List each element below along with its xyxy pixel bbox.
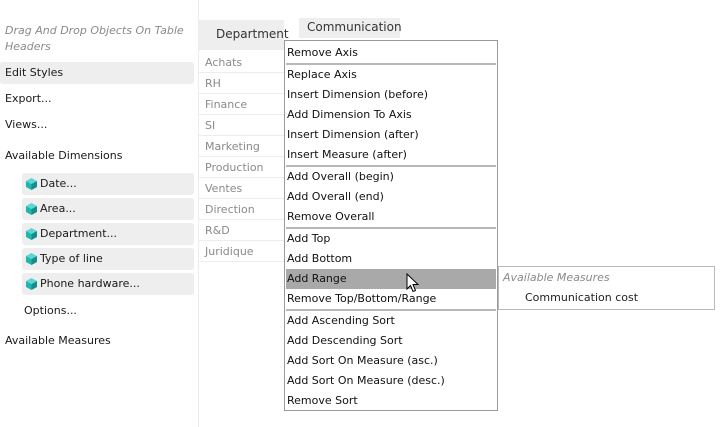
- available-dimensions-label: Available Dimensions: [5, 149, 123, 162]
- dimension-label: Date...: [40, 177, 77, 190]
- menu-item-insert-measure-after[interactable]: Insert Measure (after): [286, 145, 496, 165]
- dimension-item-type-of-line[interactable]: Type of line: [22, 248, 194, 270]
- menu-item-insert-dimension-after[interactable]: Insert Dimension (after): [286, 125, 496, 145]
- menu-item-add-descending-sort[interactable]: Add Descending Sort: [286, 331, 496, 351]
- views-button[interactable]: Views...: [0, 114, 194, 136]
- column-axis-header-communication[interactable]: Communication: [299, 18, 402, 38]
- menu-item-add-overall-begin[interactable]: Add Overall (begin): [286, 167, 496, 187]
- dimension-item-area[interactable]: Area...: [22, 198, 194, 220]
- dimension-label: Department...: [40, 227, 118, 240]
- table-row-header: Achats: [199, 52, 284, 73]
- menu-item-add-top[interactable]: Add Top: [286, 229, 496, 249]
- submenu-header: Available Measures: [503, 271, 610, 284]
- table-row-header: Direction: [199, 199, 284, 220]
- dimension-label: Area...: [40, 202, 76, 215]
- cube-icon: [26, 203, 37, 215]
- export-button[interactable]: Export...: [0, 88, 194, 110]
- table-row-header: RH: [199, 73, 284, 94]
- menu-item-add-dimension-to-axis[interactable]: Add Dimension To Axis: [286, 105, 496, 125]
- cube-icon: [26, 228, 37, 240]
- cube-icon: [26, 278, 37, 290]
- menu-item-remove-top-bottom-range[interactable]: Remove Top/Bottom/Range: [286, 289, 496, 309]
- submenu-item-communication-cost[interactable]: Communication cost: [525, 291, 638, 304]
- available-measures-label: Available Measures: [5, 334, 111, 347]
- left-panel: Drag And Drop Objects On Table Headers E…: [0, 0, 199, 427]
- menu-item-add-range[interactable]: Add Range: [286, 269, 496, 289]
- table-row-header: Finance: [199, 94, 284, 115]
- dimension-label: Type of line: [40, 252, 103, 265]
- edit-styles-button[interactable]: Edit Styles: [0, 62, 194, 84]
- table-row-header: Production: [199, 157, 284, 178]
- menu-item-add-ascending-sort[interactable]: Add Ascending Sort: [286, 311, 496, 331]
- dimension-label: Phone hardware...: [40, 277, 140, 290]
- menu-item-replace-axis[interactable]: Replace Axis: [286, 65, 496, 85]
- cube-icon: [26, 253, 37, 265]
- table-row-header: Marketing: [199, 136, 284, 157]
- context-menu: Remove Axis Replace Axis Insert Dimensio…: [284, 40, 498, 411]
- menu-item-add-overall-end[interactable]: Add Overall (end): [286, 187, 496, 207]
- menu-item-insert-dimension-before[interactable]: Insert Dimension (before): [286, 85, 496, 105]
- options-button[interactable]: Options...: [24, 304, 77, 317]
- dimension-item-department[interactable]: Department...: [22, 223, 194, 245]
- menu-item-remove-axis[interactable]: Remove Axis: [286, 43, 496, 63]
- menu-item-add-sort-on-measure-desc[interactable]: Add Sort On Measure (desc.): [286, 371, 496, 391]
- table-row-header: Juridique: [199, 241, 284, 262]
- menu-item-add-sort-on-measure-asc[interactable]: Add Sort On Measure (asc.): [286, 351, 496, 371]
- cube-icon: [26, 178, 37, 190]
- drag-drop-hint: Drag And Drop Objects On Table Headers: [5, 24, 184, 53]
- menu-item-remove-sort[interactable]: Remove Sort: [286, 391, 496, 411]
- menu-item-remove-overall[interactable]: Remove Overall: [286, 207, 496, 227]
- dimension-item-phone-hardware[interactable]: Phone hardware...: [22, 273, 194, 295]
- table-row-header: SI: [199, 115, 284, 136]
- table-row-header: Ventes: [199, 178, 284, 199]
- menu-item-add-bottom[interactable]: Add Bottom: [286, 249, 496, 269]
- table-row-header: R&D: [199, 220, 284, 241]
- dimension-item-date[interactable]: Date...: [22, 173, 194, 195]
- row-axis-header-department[interactable]: Department: [199, 20, 289, 50]
- mouse-cursor-icon: [406, 273, 420, 293]
- available-measures-submenu: Available Measures Communication cost: [498, 266, 715, 310]
